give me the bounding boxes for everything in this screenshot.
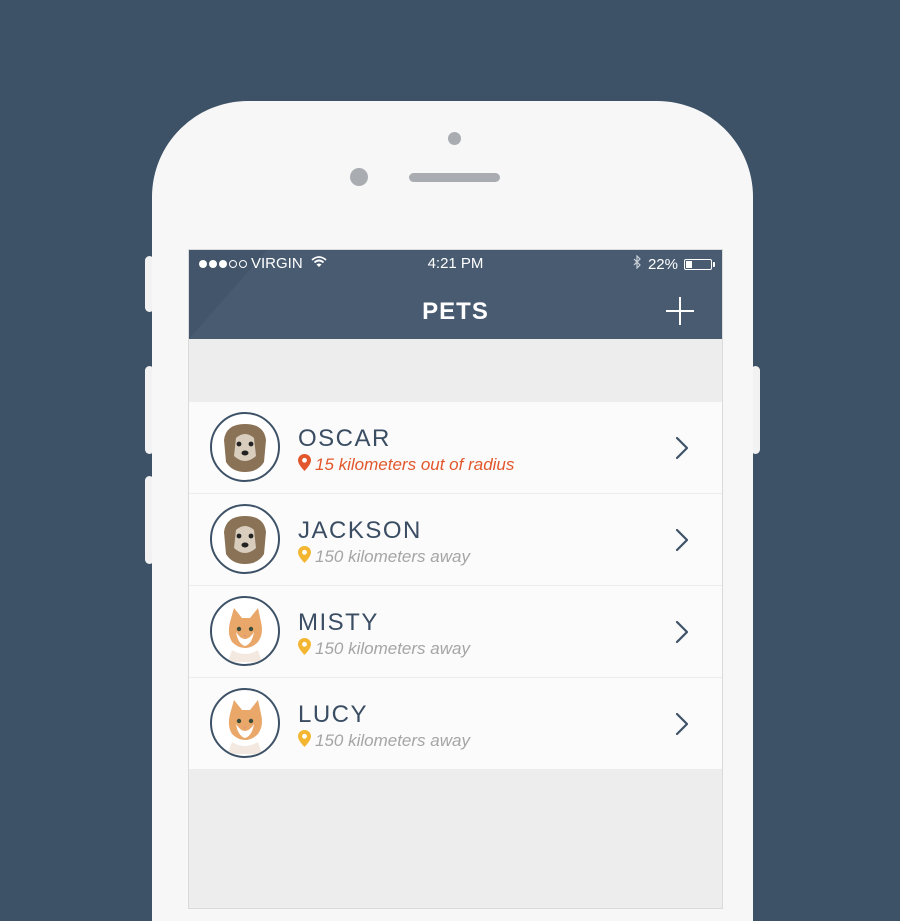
pet-row-misty[interactable]: MISTY 150 kilometers away xyxy=(189,586,722,678)
pet-name: OSCAR xyxy=(298,425,391,452)
pet-distance-text: 150 kilometers away xyxy=(315,731,470,750)
pet-distance: 150 kilometers away xyxy=(298,546,470,568)
navigation-bar: VIRGIN 4:21 PM 22% PETS xyxy=(189,250,722,339)
proximity-sensor xyxy=(448,132,461,145)
phone-screen: VIRGIN 4:21 PM 22% PETS OSCAR 15 kilomet… xyxy=(188,249,723,909)
pet-row-jackson[interactable]: JACKSON 150 kilometers away xyxy=(189,494,722,586)
chevron-right-icon xyxy=(675,436,689,460)
battery-icon xyxy=(684,258,715,270)
battery-status: 22% xyxy=(633,254,715,273)
chevron-right-icon xyxy=(675,528,689,552)
status-bar: VIRGIN 4:21 PM 22% xyxy=(189,254,722,277)
pet-row-oscar[interactable]: OSCAR 15 kilometers out of radius xyxy=(189,402,722,494)
pet-distance: 15 kilometers out of radius xyxy=(298,454,514,476)
pet-name: LUCY xyxy=(298,701,369,728)
location-pin-icon xyxy=(298,454,311,476)
earpiece-speaker xyxy=(409,173,500,182)
location-pin-icon xyxy=(298,638,311,660)
battery-percentage: 22% xyxy=(647,255,678,273)
pet-list: OSCAR 15 kilometers out of radius JACKSON 1… xyxy=(189,402,722,770)
chevron-right-icon xyxy=(675,712,689,736)
pet-avatar xyxy=(210,504,280,574)
pet-avatar xyxy=(210,688,280,758)
pet-distance: 150 kilometers away xyxy=(298,730,470,752)
pet-name: JACKSON xyxy=(298,517,422,544)
pet-avatar xyxy=(210,596,280,666)
pet-name: MISTY xyxy=(298,609,379,636)
pet-distance-text: 150 kilometers away xyxy=(315,547,470,566)
chevron-right-icon xyxy=(675,620,689,644)
pet-distance: 150 kilometers away xyxy=(298,638,470,660)
page-title: PETS xyxy=(422,298,489,325)
add-pet-button[interactable] xyxy=(666,297,694,325)
location-pin-icon xyxy=(298,546,311,568)
pet-row-lucy[interactable]: LUCY 150 kilometers away xyxy=(189,678,722,770)
location-pin-icon xyxy=(298,730,311,752)
bluetooth-icon xyxy=(633,254,642,273)
front-camera xyxy=(350,168,368,186)
pet-avatar xyxy=(210,412,280,482)
pet-distance-text: 15 kilometers out of radius xyxy=(315,455,515,474)
pet-distance-text: 150 kilometers away xyxy=(315,639,470,658)
